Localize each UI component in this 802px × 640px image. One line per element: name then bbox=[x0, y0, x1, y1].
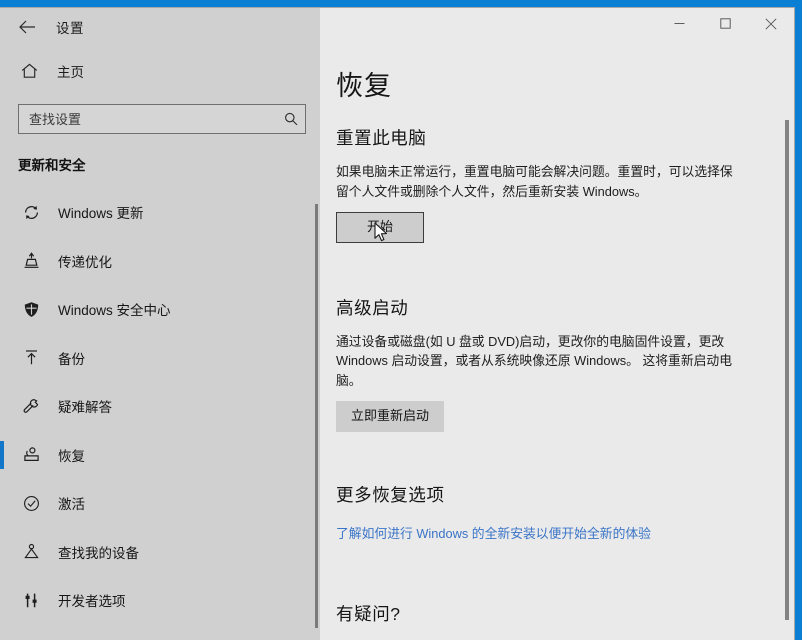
minimize-button[interactable] bbox=[656, 8, 702, 39]
content-body: 恢复 重置此电脑 如果电脑未正常运行，重置电脑可能会解决问题。重置时，可以选择保… bbox=[320, 46, 794, 626]
settings-window: 设置 主页 更新和安全 bbox=[0, 7, 795, 640]
sidebar-section-header: 更新和安全 bbox=[18, 158, 86, 173]
app-title: 设置 bbox=[56, 21, 84, 36]
selection-indicator bbox=[0, 586, 4, 615]
selection-indicator bbox=[0, 489, 4, 518]
selection-indicator bbox=[0, 344, 4, 373]
sidebar-item-label: Windows 安全中心 bbox=[58, 303, 171, 319]
section-description: 如果电脑未正常运行，重置电脑可能会解决问题。重置时，可以选择保留个人文件或删除个… bbox=[336, 164, 733, 199]
dev-tools-icon bbox=[18, 588, 44, 612]
minimize-icon bbox=[674, 23, 684, 24]
selection-indicator bbox=[0, 247, 4, 276]
selection-indicator bbox=[0, 538, 4, 567]
window-titlebar-left: 设置 bbox=[0, 8, 320, 46]
close-button[interactable] bbox=[748, 8, 794, 39]
check-circle-icon bbox=[18, 491, 44, 515]
section-title: 重置此电脑 bbox=[336, 128, 427, 148]
get-started-button[interactable]: 开始 bbox=[336, 211, 424, 243]
sidebar-item-windows-security[interactable]: Windows 安全中心 bbox=[0, 285, 320, 334]
fresh-start-link[interactable]: 了解如何进行 Windows 的全新安装以便开始全新的体验 bbox=[336, 523, 651, 542]
selection-indicator bbox=[0, 440, 4, 469]
sidebar-item-home[interactable]: 主页 bbox=[0, 50, 320, 92]
sidebar-item-label: 传递优化 bbox=[58, 254, 112, 270]
sync-icon bbox=[18, 200, 44, 224]
delivery-icon bbox=[18, 249, 44, 273]
sidebar-item-backup[interactable]: 备份 bbox=[0, 334, 320, 383]
page-title: 恢复 bbox=[336, 71, 392, 101]
sidebar-item-delivery-optimization[interactable]: 传递优化 bbox=[0, 237, 320, 286]
sidebar-item-windows-update[interactable]: Windows 更新 bbox=[0, 188, 320, 237]
shield-icon bbox=[18, 297, 44, 321]
maximize-button[interactable] bbox=[702, 8, 748, 39]
content-scrollbar-thumb[interactable] bbox=[785, 120, 789, 620]
recovery-icon bbox=[18, 443, 44, 467]
sidebar-item-label: Windows 更新 bbox=[58, 206, 144, 222]
sidebar-scrollbar[interactable] bbox=[315, 204, 318, 628]
upload-icon bbox=[18, 346, 44, 370]
sidebar-item-activation[interactable]: 激活 bbox=[0, 479, 320, 528]
search-box[interactable] bbox=[18, 104, 306, 134]
selection-indicator bbox=[0, 295, 4, 324]
maximize-icon bbox=[719, 18, 731, 29]
navigation-pane: 设置 主页 更新和安全 bbox=[0, 8, 320, 640]
section-advanced-startup: 高级启动 通过设备或磁盘(如 U 盘或 DVD)启动，更改你的电脑固件设置，更改… bbox=[336, 295, 760, 432]
back-arrow-icon bbox=[18, 20, 35, 34]
sidebar-item-label: 查找我的设备 bbox=[58, 545, 139, 561]
selection-indicator bbox=[0, 392, 4, 421]
section-title: 高级启动 bbox=[336, 297, 409, 318]
find-device-icon bbox=[18, 540, 44, 564]
section-have-a-question: 有疑问? bbox=[336, 601, 760, 626]
back-button[interactable] bbox=[10, 12, 44, 42]
section-reset-pc: 重置此电脑 如果电脑未正常运行，重置电脑可能会解决问题。重置时，可以选择保留个人… bbox=[336, 125, 760, 243]
search-icon[interactable] bbox=[284, 112, 298, 126]
content-pane: 恢复 重置此电脑 如果电脑未正常运行，重置电脑可能会解决问题。重置时，可以选择保… bbox=[320, 8, 794, 640]
search-input[interactable] bbox=[29, 111, 284, 127]
sidebar-item-developer-options[interactable]: 开发者选项 bbox=[0, 576, 320, 625]
wrench-icon bbox=[18, 394, 44, 418]
sidebar-item-label: 开发者选项 bbox=[58, 594, 126, 610]
sidebar-item-recovery[interactable]: 恢复 bbox=[0, 431, 320, 480]
sidebar-item-label: 激活 bbox=[58, 497, 85, 513]
restart-now-button[interactable]: 立即重新启动 bbox=[336, 401, 445, 432]
section-more-recovery-options: 更多恢复选项 了解如何进行 Windows 的全新安装以便开始全新的体验 bbox=[336, 482, 760, 543]
window-titlebar-right bbox=[320, 8, 794, 46]
home-icon bbox=[14, 58, 44, 84]
sidebar-item-label: 备份 bbox=[58, 351, 85, 367]
sidebar-item-home-label: 主页 bbox=[57, 65, 84, 80]
selection-indicator bbox=[0, 198, 4, 227]
sidebar-item-label: 恢复 bbox=[58, 448, 85, 464]
section-title: 更多恢复选项 bbox=[336, 484, 445, 505]
section-description: 通过设备或磁盘(如 U 盘或 DVD)启动，更改你的电脑固件设置，更改 Wind… bbox=[336, 333, 733, 389]
section-title: 有疑问? bbox=[336, 603, 401, 624]
close-icon bbox=[765, 17, 777, 30]
sidebar-nav-list: Windows 更新 传递优化 Windows 安全中心 备份 疑难解答 恢复 … bbox=[0, 188, 320, 625]
sidebar-item-find-my-device[interactable]: 查找我的设备 bbox=[0, 528, 320, 577]
sidebar-item-label: 疑难解答 bbox=[58, 400, 112, 416]
sidebar-item-troubleshoot[interactable]: 疑难解答 bbox=[0, 382, 320, 431]
